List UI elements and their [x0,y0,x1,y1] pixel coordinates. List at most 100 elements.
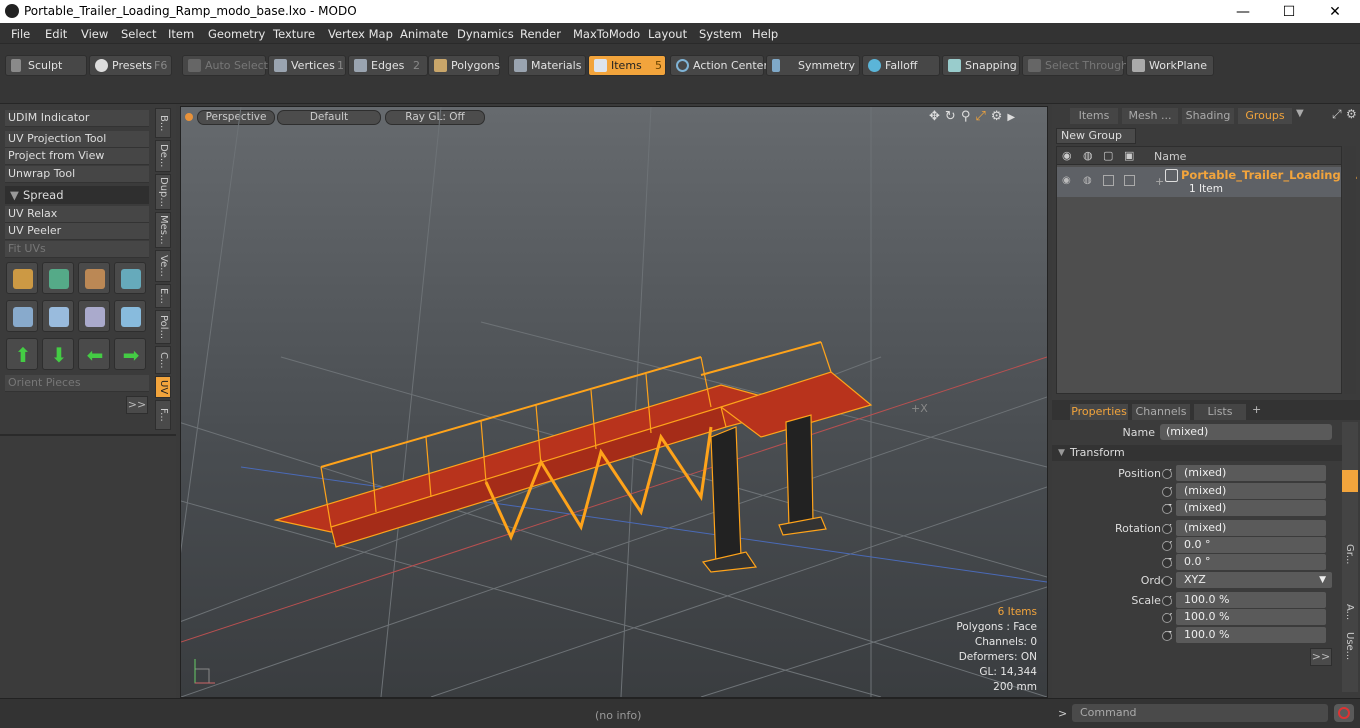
rotation-z-anim-dot[interactable] [1162,558,1172,568]
side-tab-use[interactable]: Use... [1344,632,1355,660]
tab-lists[interactable]: Lists [1194,404,1246,420]
vtab-b[interactable]: B... [155,108,171,138]
position-x-field[interactable]: (mixed) [1176,465,1326,481]
more-properties-button[interactable]: >> [1310,648,1332,666]
render-icon[interactable]: ◍ [1083,149,1093,162]
menu-maxtomodo[interactable]: MaxToModo [573,27,640,41]
uv-relax-button[interactable]: UV Relax [5,206,149,223]
more-tools-button[interactable]: >> [126,396,148,414]
fit-uvs-button[interactable]: Fit UVs [5,241,149,258]
spread-section-header[interactable]: ▼ Spread [5,186,149,204]
rotation-z-field[interactable]: 0.0 ° [1176,554,1326,570]
symmetry-button[interactable]: Symmetry [766,55,860,76]
position-z-field[interactable]: (mixed) [1176,500,1326,516]
uv-perspective-tool-button[interactable] [78,300,110,332]
menu-layout[interactable]: Layout [648,27,687,41]
maximize-button[interactable]: ☐ [1266,2,1312,22]
scale-z-anim-dot[interactable] [1162,631,1172,641]
uv-box-tool-button[interactable] [114,262,146,294]
tab-mesh[interactable]: Mesh ... [1122,108,1178,124]
polygons-button[interactable]: Polygons [428,55,500,76]
workplane-button[interactable]: WorkPlane [1126,55,1214,76]
row-select-checkbox[interactable] [1124,175,1135,186]
new-group-button[interactable]: New Group [1056,128,1136,144]
align-left-button[interactable]: ⬅ [78,338,110,370]
side-tab-gr[interactable]: Gr... [1344,544,1355,564]
menu-dynamics[interactable]: Dynamics [457,27,514,41]
rotation-x-field[interactable]: (mixed) [1176,520,1326,536]
row-eye-icon[interactable]: ◉ [1062,175,1071,186]
tab-channels[interactable]: Channels [1132,404,1190,420]
uv-peeler-button[interactable]: UV Peeler [5,223,149,240]
3d-viewport[interactable]: Perspective Default Ray GL: Off ✥↻⚲⤢⚙▶ +… [180,106,1048,698]
name-column-header[interactable]: Name [1154,150,1186,163]
items-button[interactable]: Items 5 [588,55,666,76]
vtab-ve[interactable]: Ve... [155,250,171,282]
row-render-icon[interactable]: ◍ [1083,175,1092,186]
vtab-uv[interactable]: UV [155,376,171,398]
command-input[interactable]: Command [1072,704,1328,722]
uv-plane-tool-button[interactable] [42,300,74,332]
vtab-de[interactable]: De... [155,140,171,172]
add-tab-icon[interactable]: + [1252,403,1261,416]
minimize-button[interactable]: — [1220,2,1266,22]
row-lock-checkbox[interactable] [1103,175,1114,186]
menu-select[interactable]: Select [121,27,156,41]
presets-button[interactable]: Presets F6 [89,55,172,76]
panel-expand-icon[interactable]: ⤢ [1332,107,1342,122]
position-z-anim-dot[interactable] [1162,504,1172,514]
vertices-button[interactable]: Vertices 1 [268,55,346,76]
side-tab-active[interactable] [1342,470,1358,492]
menu-geometry[interactable]: Geometry [208,27,265,41]
menu-vertex-map[interactable]: Vertex Map [328,27,393,41]
menu-animate[interactable]: Animate [400,27,448,41]
vtab-e[interactable]: E... [155,284,171,308]
uv-sphere-tool-button[interactable] [114,300,146,332]
transform-section-header[interactable]: ▼ Transform [1052,445,1342,461]
tab-properties[interactable]: Properties [1070,404,1128,420]
project-from-view-button[interactable]: Project from View [5,148,149,165]
tab-groups[interactable]: Groups [1238,108,1292,124]
uv-projection-tool-button[interactable]: UV Projection Tool [5,131,149,148]
side-tab-a[interactable]: A... [1344,604,1355,620]
uv-cylinder-tool-button[interactable] [6,300,38,332]
tab-shading[interactable]: Shading [1182,108,1234,124]
align-right-button[interactable]: ➡ [114,338,146,370]
select-through-button[interactable]: Select Through [1022,55,1128,76]
snapping-button[interactable]: Snapping [942,55,1020,76]
vtab-pol[interactable]: Pol... [155,310,171,344]
align-down-button[interactable]: ⬇ [42,338,74,370]
position-x-anim-dot[interactable] [1162,469,1172,479]
menu-item[interactable]: Item [168,27,194,41]
scale-y-anim-dot[interactable] [1162,613,1172,623]
panel-settings-icon[interactable]: ⚙ [1346,107,1357,121]
groups-scrollbar[interactable] [1344,146,1356,394]
auto-select-button[interactable]: Auto Select [182,55,268,76]
unwrap-tool-button[interactable]: Unwrap Tool [5,166,149,183]
tab-items[interactable]: Items [1070,108,1118,124]
select-cube-icon[interactable]: ▣ [1124,149,1134,162]
sculpt-button[interactable]: Sculpt [5,55,87,76]
vtab-c[interactable]: C... [155,346,171,374]
trailer-ramp-model[interactable] [273,341,873,573]
udim-indicator-button[interactable]: UDIM Indicator [5,110,149,127]
menu-view[interactable]: View [81,27,108,41]
align-up-button[interactable]: ⬆ [6,338,38,370]
scale-x-field[interactable]: 100.0 % [1176,592,1326,608]
scale-z-field[interactable]: 100.0 % [1176,627,1326,643]
menu-file[interactable]: File [11,27,30,41]
name-field[interactable]: (mixed) [1160,424,1332,440]
scale-y-field[interactable]: 100.0 % [1176,609,1326,625]
vtab-mes[interactable]: Mes... [155,212,171,248]
position-y-anim-dot[interactable] [1162,487,1172,497]
rotation-y-anim-dot[interactable] [1162,541,1172,551]
menu-help[interactable]: Help [752,27,778,41]
menu-texture[interactable]: Texture [273,27,315,41]
vtab-f[interactable]: F... [155,400,171,430]
menu-edit[interactable]: Edit [45,27,67,41]
menu-system[interactable]: System [699,27,742,41]
order-dropdown[interactable]: XYZ ▼ [1176,572,1332,588]
menu-render[interactable]: Render [520,27,561,41]
scale-x-anim-dot[interactable] [1162,596,1172,606]
expand-plus-icon[interactable]: + [1155,175,1164,188]
